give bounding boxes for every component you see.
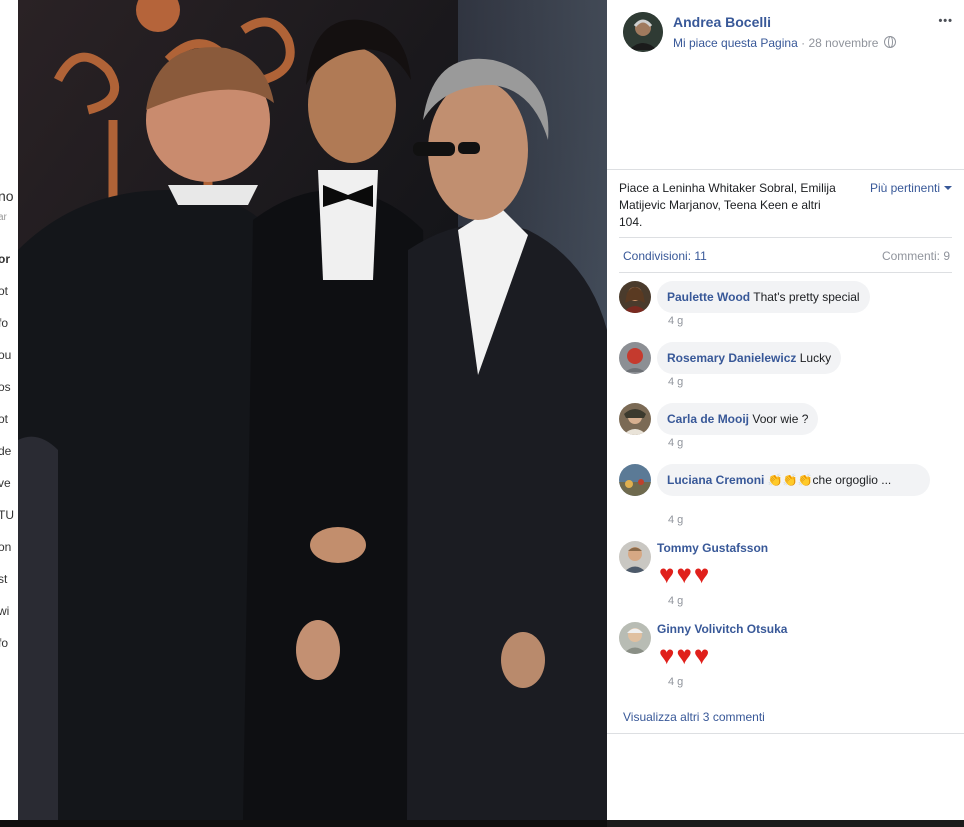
post-date[interactable]: 28 novembre (808, 36, 878, 50)
commenter-avatar[interactable] (619, 403, 651, 435)
comment-time[interactable]: 4 g (668, 514, 683, 526)
comment-text: That's pretty special (753, 290, 860, 304)
avatar-image (619, 281, 651, 313)
comment-bubble: Carla de Mooij Voor wie ? (657, 403, 819, 435)
chevron-down-icon (944, 186, 952, 190)
avatar-image (619, 541, 651, 573)
like-page-link[interactable]: Mi piace questa Pagina (673, 36, 798, 50)
comment-author[interactable]: Carla de Mooij (667, 412, 749, 426)
sort-comments-dropdown[interactable]: Più pertinenti (870, 181, 952, 195)
bg-fragment: ar (0, 212, 7, 223)
photo-bottom-bar (0, 820, 607, 827)
bg-fragment: or (0, 252, 10, 266)
comment-time[interactable]: 4 g (668, 437, 683, 449)
post-meta: Mi piace questa Pagina · 28 novembre (673, 36, 896, 50)
commenter-avatar[interactable] (619, 541, 651, 573)
avatar-image (619, 622, 651, 654)
page-avatar[interactable] (623, 12, 663, 52)
comment-time[interactable]: 4 g (668, 595, 683, 607)
background-page-strip: no ar or ot fo ou os ot de ve TU on st w… (0, 0, 20, 827)
divider (607, 169, 964, 170)
bg-fragment: wi (0, 604, 10, 618)
bg-fragment: ve (0, 476, 11, 490)
comment-text: Lucky (799, 351, 832, 365)
commenter-avatar[interactable] (619, 281, 651, 313)
comment-bubble: Rosemary Danielewicz Lucky (657, 342, 842, 374)
comment-author[interactable]: Luciana Cremoni (667, 473, 764, 487)
bg-fragment: fo (0, 316, 9, 330)
commenter-avatar[interactable] (619, 342, 651, 374)
comment-text: 👏👏👏che orgoglio ... (767, 473, 892, 487)
bg-fragment: TU (0, 508, 14, 522)
comment-author[interactable]: Ginny Volivitch Otsuka (657, 622, 787, 636)
page-name-link[interactable]: Andrea Bocelli (673, 14, 771, 30)
comment-bubble: Luciana Cremoni 👏👏👏che orgoglio ... (657, 464, 930, 496)
comment-time[interactable]: 4 g (668, 315, 683, 327)
likes-summary[interactable]: Piace a Leninha Whitaker Sobral, Emilija… (619, 180, 839, 231)
bg-fragment: de (0, 444, 12, 458)
comment-text: Voor wie ? (752, 412, 809, 426)
comment-bubble: Paulette Wood That's pretty special (657, 281, 870, 313)
post-header: Andrea Bocelli Mi piace questa Pagina · … (623, 12, 953, 56)
divider (619, 237, 952, 238)
meta-separator: · (801, 36, 806, 50)
divider (607, 733, 964, 734)
shares-count-link[interactable]: Condivisioni: 11 (623, 249, 707, 263)
avatar-image (619, 342, 651, 374)
photo-viewer: no ar or ot fo ou os ot de ve TU on st w… (0, 0, 607, 827)
post-photo[interactable] (18, 0, 607, 820)
comment-author[interactable]: Rosemary Danielewicz (667, 351, 796, 365)
bg-fragment: ou (0, 348, 12, 362)
bg-fragment: no (0, 188, 14, 204)
comment-text: ♥♥♥ (659, 559, 712, 589)
comment-time[interactable]: 4 g (668, 376, 683, 388)
commenter-avatar[interactable] (619, 622, 651, 654)
bg-fragment: ot (0, 284, 9, 298)
avatar-image (619, 464, 651, 496)
more-options-icon[interactable]: ••• (938, 15, 953, 27)
comment-author[interactable]: Paulette Wood (667, 290, 750, 304)
bg-fragment: on (0, 540, 12, 554)
avatar-image (619, 403, 651, 435)
divider (619, 272, 952, 273)
bg-fragment: ot (0, 412, 9, 426)
bg-fragment: os (0, 380, 11, 394)
avatar-image (623, 12, 663, 52)
comment-time[interactable]: 4 g (668, 676, 683, 688)
sort-label: Più pertinenti (869, 181, 940, 195)
post-sidebar: Andrea Bocelli Mi piace questa Pagina · … (607, 0, 964, 820)
globe-icon (883, 36, 896, 48)
commenter-avatar[interactable] (619, 464, 651, 496)
comment-text: ♥♥♥ (659, 640, 712, 670)
comments-count-link[interactable]: Commenti: 9 (882, 249, 950, 263)
photo-illustration (18, 0, 607, 820)
view-more-comments-link[interactable]: Visualizza altri 3 commenti (623, 710, 765, 724)
bg-fragment: st (0, 572, 8, 586)
comment-author[interactable]: Tommy Gustafsson (657, 541, 768, 555)
bg-fragment: fo (0, 636, 9, 650)
